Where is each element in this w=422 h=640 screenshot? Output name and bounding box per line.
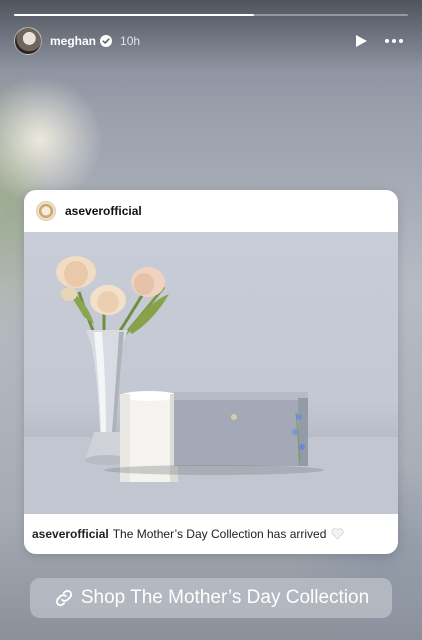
post-image <box>24 232 398 514</box>
caption-username[interactable]: aseverofficial <box>32 527 109 541</box>
caption-text: The Mother’s Day Collection has arrived <box>112 527 327 541</box>
story-header: meghan 10h <box>14 27 408 55</box>
link-icon <box>55 589 72 607</box>
post-caption: aseverofficial The Mother’s Day Collecti… <box>24 514 398 554</box>
post-header: aseverofficial <box>24 190 398 232</box>
post-avatar[interactable] <box>36 201 56 221</box>
avatar[interactable] <box>14 27 42 55</box>
shared-post-card[interactable]: aseverofficial aseverofficial The Mother… <box>24 190 398 554</box>
more-options-icon[interactable] <box>380 30 408 52</box>
white-heart-icon <box>331 528 344 540</box>
verified-badge-icon <box>100 35 113 47</box>
story-progress-fill <box>14 14 255 16</box>
post-username[interactable]: aseverofficial <box>65 204 142 218</box>
post-photo-illustration <box>24 256 398 514</box>
play-icon[interactable] <box>350 30 372 52</box>
story-username[interactable]: meghan <box>50 34 96 48</box>
story-progress-bar <box>14 14 408 16</box>
story-timestamp: 10h <box>120 34 141 48</box>
shop-link-sticker[interactable]: Shop The Mother’s Day Collection <box>30 578 392 618</box>
shop-link-label: Shop The Mother’s Day Collection <box>80 587 370 608</box>
